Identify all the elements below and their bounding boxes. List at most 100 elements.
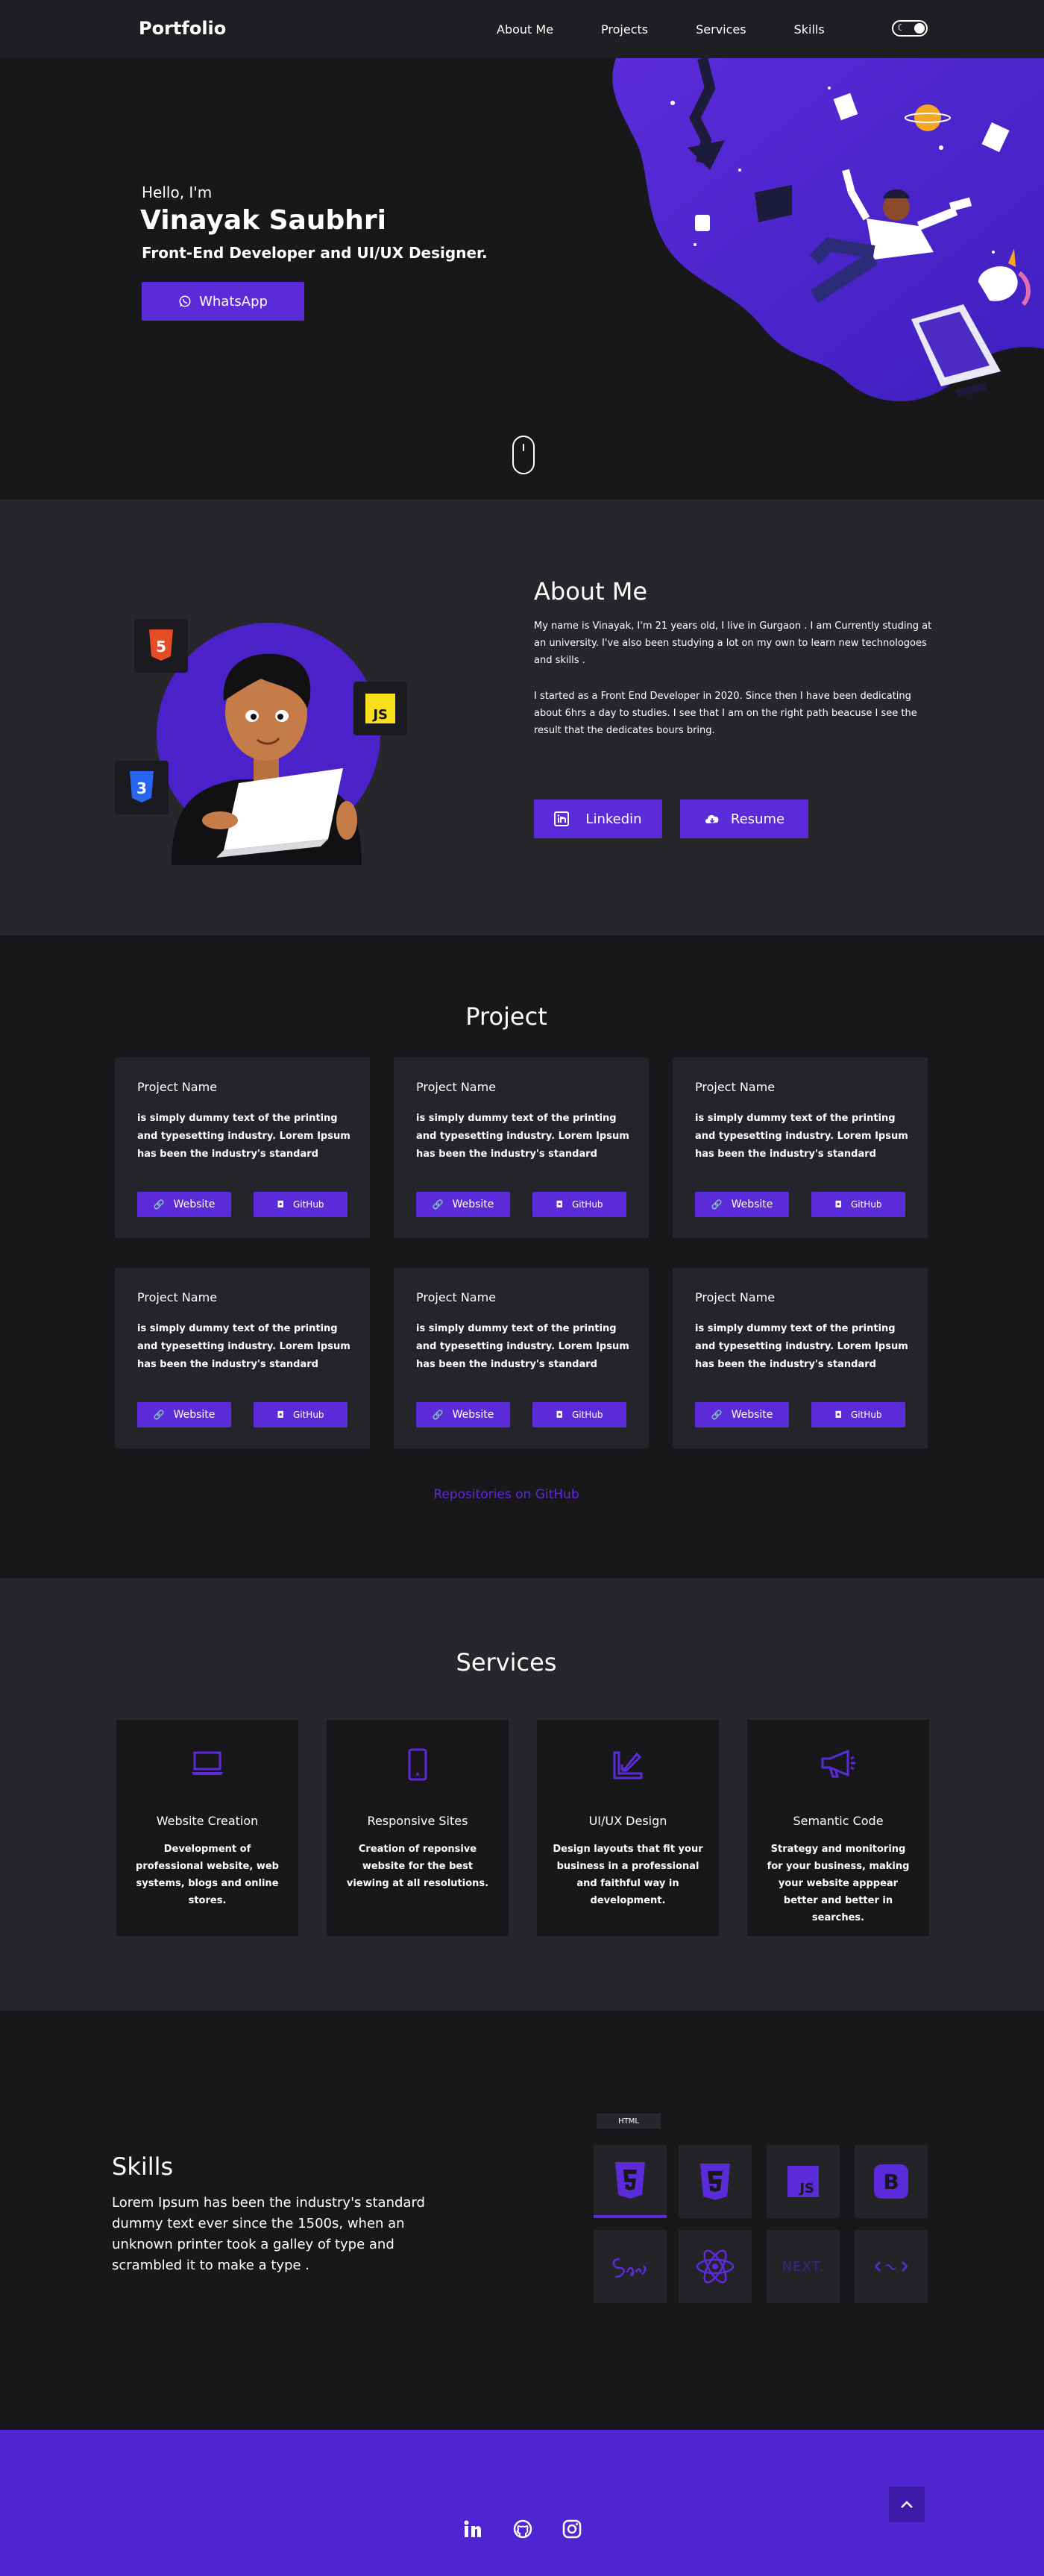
resume-label: Resume bbox=[730, 811, 785, 827]
project-description: is simply dummy text of the printing and… bbox=[416, 1113, 629, 1160]
github-label: GitHub bbox=[571, 1410, 603, 1420]
skill-tile-html[interactable] bbox=[594, 2145, 667, 2218]
project-github-button[interactable]: ◘ GitHub bbox=[811, 1402, 905, 1427]
nav-link-about[interactable]: About Me bbox=[497, 22, 553, 37]
github-label: GitHub bbox=[850, 1410, 882, 1420]
skill-tile-react[interactable] bbox=[679, 2230, 752, 2303]
website-label: Website bbox=[731, 1409, 773, 1421]
nav-link-services[interactable]: Services bbox=[696, 22, 746, 37]
about-section: 5 JS 3 About Me My name is Vinayak, I'm … bbox=[0, 500, 1044, 935]
linkedin-button[interactable]: Linkedin bbox=[534, 799, 662, 838]
cloud-download-icon bbox=[705, 814, 719, 823]
hero-name: Vinayak Saubhri bbox=[140, 205, 386, 236]
nav-link-projects[interactable]: Projects bbox=[601, 22, 648, 37]
website-label: Website bbox=[731, 1199, 773, 1210]
project-name: Project Name bbox=[695, 1290, 776, 1304]
tailwind-icon bbox=[875, 2261, 908, 2272]
project-card: Project Name is simply dummy text of the… bbox=[394, 1058, 649, 1238]
project-name: Project Name bbox=[416, 1080, 497, 1094]
back-to-top-button[interactable] bbox=[889, 2487, 925, 2522]
about-paragraph-2: I started as a Front End Developer in 20… bbox=[534, 691, 917, 736]
hero-greeting: Hello, I'm bbox=[142, 183, 213, 201]
service-icon-wrap bbox=[537, 1748, 719, 1781]
project-card: Project Name is simply dummy text of the… bbox=[394, 1268, 649, 1448]
website-label: Website bbox=[173, 1199, 216, 1210]
skill-tile-nextjs[interactable]: NEXT. bbox=[767, 2230, 840, 2303]
skill-tile-bootstrap[interactable]: B bbox=[855, 2145, 928, 2218]
brand-logo[interactable]: Portfolio bbox=[139, 18, 226, 39]
link-icon: 🔗 bbox=[153, 1199, 165, 1210]
skills-description: Lorem Ipsum has been the industry's stan… bbox=[112, 2195, 425, 2273]
skills-section: Skills Lorem Ipsum has been the industry… bbox=[0, 2011, 1044, 2430]
footer-linkedin-link[interactable] bbox=[462, 2518, 484, 2540]
github-repositories-link[interactable]: Repositories on GitHub bbox=[0, 1487, 1013, 1502]
project-description: is simply dummy text of the printing and… bbox=[695, 1113, 908, 1160]
project-github-button[interactable]: ◘ GitHub bbox=[811, 1192, 905, 1217]
instagram-icon bbox=[562, 2519, 582, 2539]
sass-icon bbox=[612, 2258, 647, 2278]
whatsapp-button[interactable]: WhatsApp bbox=[142, 282, 304, 321]
service-description: Design layouts that fit your business in… bbox=[553, 1844, 703, 1906]
projects-section: Project Project Name is simply dummy tex… bbox=[0, 935, 1044, 1578]
resume-button[interactable]: Resume bbox=[680, 799, 808, 838]
design-tools-icon bbox=[613, 1751, 643, 1779]
project-card: Project Name is simply dummy text of the… bbox=[673, 1268, 928, 1448]
footer-github-link[interactable] bbox=[512, 2518, 534, 2540]
project-website-button[interactable]: 🔗 Website bbox=[695, 1402, 789, 1427]
project-website-button[interactable]: 🔗 Website bbox=[137, 1402, 231, 1427]
project-website-button[interactable]: 🔗 Website bbox=[416, 1402, 510, 1427]
nextjs-icon: NEXT. bbox=[782, 2258, 825, 2275]
laptop-icon bbox=[192, 1751, 223, 1775]
skills-title: Skills bbox=[112, 2152, 174, 2181]
nav-link-skills[interactable]: Skills bbox=[794, 22, 825, 37]
service-icon-wrap bbox=[327, 1748, 509, 1781]
skill-tile-sass[interactable] bbox=[594, 2230, 667, 2303]
service-card: Semantic Code Strategy and monitoring fo… bbox=[747, 1720, 929, 1936]
website-label: Website bbox=[452, 1409, 494, 1421]
link-icon: 🔗 bbox=[711, 1410, 723, 1420]
project-website-button[interactable]: 🔗 Website bbox=[137, 1192, 231, 1217]
skill-tile-css[interactable] bbox=[679, 2145, 752, 2218]
linkedin-icon bbox=[464, 2520, 481, 2537]
service-description: Creation of reponsive website for the be… bbox=[346, 1844, 489, 1889]
project-github-button[interactable]: ◘ GitHub bbox=[532, 1402, 626, 1427]
project-description: is simply dummy text of the printing and… bbox=[137, 1113, 350, 1160]
github-icon: ◘ bbox=[834, 1199, 842, 1210]
project-website-button[interactable]: 🔗 Website bbox=[416, 1192, 510, 1217]
service-title: Semantic Code bbox=[793, 1814, 884, 1828]
service-card: UI/UX Design Design layouts that fit you… bbox=[537, 1720, 719, 1936]
service-icon-wrap bbox=[747, 1748, 929, 1779]
service-title: Responsive Sites bbox=[367, 1814, 468, 1828]
project-github-button[interactable]: ◘ GitHub bbox=[532, 1192, 626, 1217]
nav-links: About Me Projects Services Skills bbox=[497, 22, 825, 37]
css3-icon bbox=[700, 2164, 730, 2200]
hero-section: Hello, I'm Vinayak Saubhri Front-End Dev… bbox=[0, 58, 1044, 500]
project-description: is simply dummy text of the printing and… bbox=[416, 1323, 629, 1370]
skill-tile-javascript[interactable]: JS bbox=[767, 2145, 840, 2218]
moon-icon: ☾ bbox=[897, 22, 905, 33]
scroll-down-indicator[interactable] bbox=[512, 436, 535, 474]
service-description: Strategy and monitoring for your busines… bbox=[767, 1844, 910, 1923]
project-github-button[interactable]: ◘ GitHub bbox=[254, 1402, 348, 1427]
project-website-button[interactable]: 🔗 Website bbox=[695, 1192, 789, 1217]
github-label: GitHub bbox=[292, 1410, 324, 1420]
footer-instagram-link[interactable] bbox=[561, 2518, 583, 2540]
github-label: GitHub bbox=[292, 1199, 324, 1210]
github-icon bbox=[513, 2519, 532, 2539]
project-name: Project Name bbox=[137, 1290, 218, 1304]
footer bbox=[0, 2430, 1044, 2576]
link-icon: 🔗 bbox=[432, 1199, 444, 1210]
project-name: Project Name bbox=[695, 1080, 776, 1094]
svg-text:3: 3 bbox=[136, 779, 147, 797]
about-avatar-illustration: 5 JS 3 bbox=[115, 619, 407, 865]
service-title: Website Creation bbox=[156, 1814, 259, 1828]
top-navbar: Portfolio About Me Projects Services Ski… bbox=[0, 0, 1044, 58]
link-icon: 🔗 bbox=[153, 1410, 165, 1420]
linkedin-icon bbox=[554, 811, 570, 826]
project-github-button[interactable]: ◘ GitHub bbox=[254, 1192, 348, 1217]
html5-icon bbox=[615, 2162, 645, 2199]
github-icon: ◘ bbox=[277, 1410, 284, 1420]
skill-tile-tailwind[interactable] bbox=[855, 2230, 928, 2303]
theme-toggle[interactable]: ☾ bbox=[892, 20, 928, 37]
bootstrap-icon: B bbox=[874, 2164, 908, 2199]
